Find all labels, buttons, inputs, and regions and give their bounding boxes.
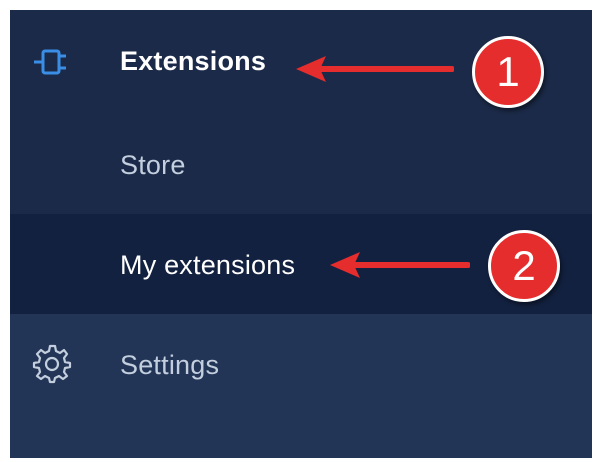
sidebar-item-settings[interactable]: Settings [10,314,592,458]
gear-icon [32,344,72,384]
sidebar-item-label: Settings [120,350,220,380]
sidebar-item-store[interactable]: Store [10,114,592,214]
annotation-arrow-1 [296,56,454,82]
annotation-arrow-2 [330,252,470,278]
sidebar-item-label: Store [120,150,186,180]
annotation-badge-2: 2 [488,230,560,302]
sidebar-item-label: My extensions [120,250,296,280]
sidebar: Extensions Store My extensions Settings … [10,10,592,458]
plug-icon [32,42,72,82]
annotation-badge-1: 1 [472,36,544,108]
sidebar-item-label: Extensions [120,46,267,76]
